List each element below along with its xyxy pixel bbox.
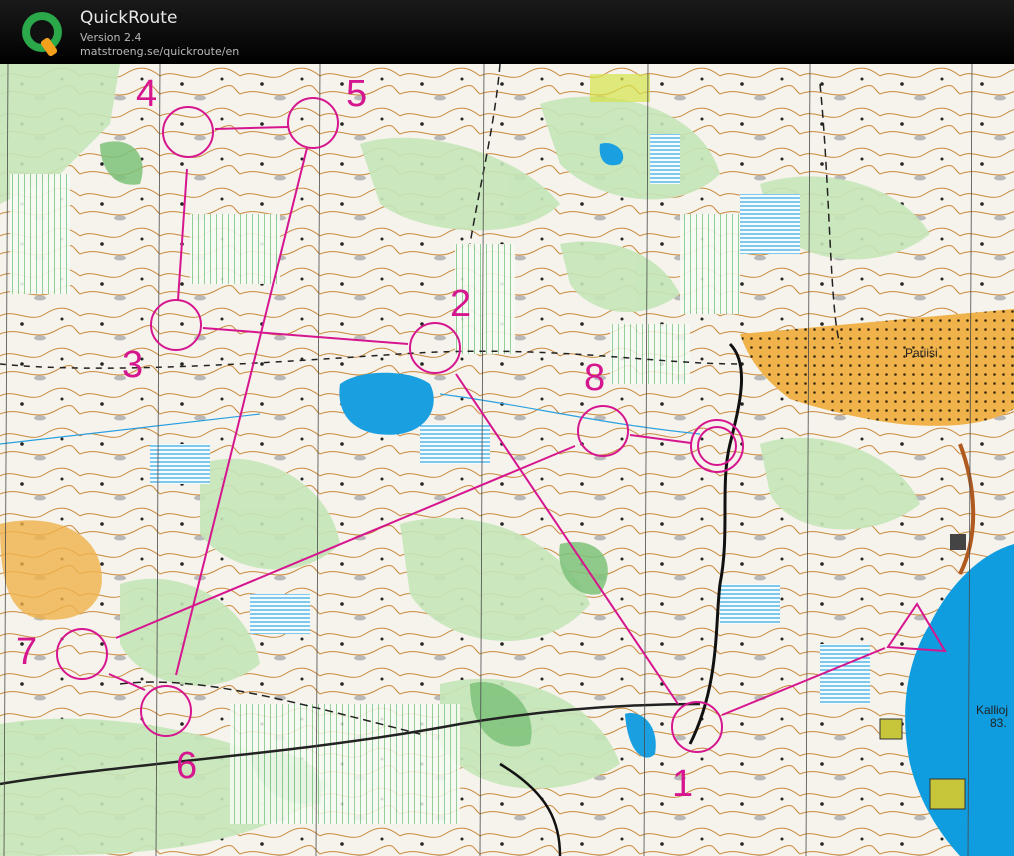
control-label-1: 1 (672, 763, 693, 805)
app-url: matstroeng.se/quickroute/en (80, 45, 240, 58)
control-label-6: 6 (176, 745, 197, 787)
app-title: QuickRoute (80, 8, 178, 28)
place-name-kallioj: Kallioj (976, 703, 1008, 717)
orienteering-map[interactable]: Pariisi Kallioj 83. 1 2 3 4 5 6 7 8 (0, 64, 1014, 856)
elevation-label: 83. (990, 716, 1007, 730)
app-header: QuickRoute Version 2.4 matstroeng.se/qui… (0, 0, 1014, 64)
control-label-5: 5 (346, 73, 367, 115)
quickroute-logo-icon (22, 12, 62, 57)
control-label-4: 4 (136, 73, 157, 115)
app-version: Version 2.4 (80, 31, 142, 44)
place-name-pariisi: Pariisi (905, 346, 938, 360)
control-label-7: 7 (16, 631, 37, 673)
control-label-2: 2 (450, 283, 471, 325)
control-label-8: 8 (584, 357, 605, 399)
control-label-3: 3 (122, 344, 143, 386)
